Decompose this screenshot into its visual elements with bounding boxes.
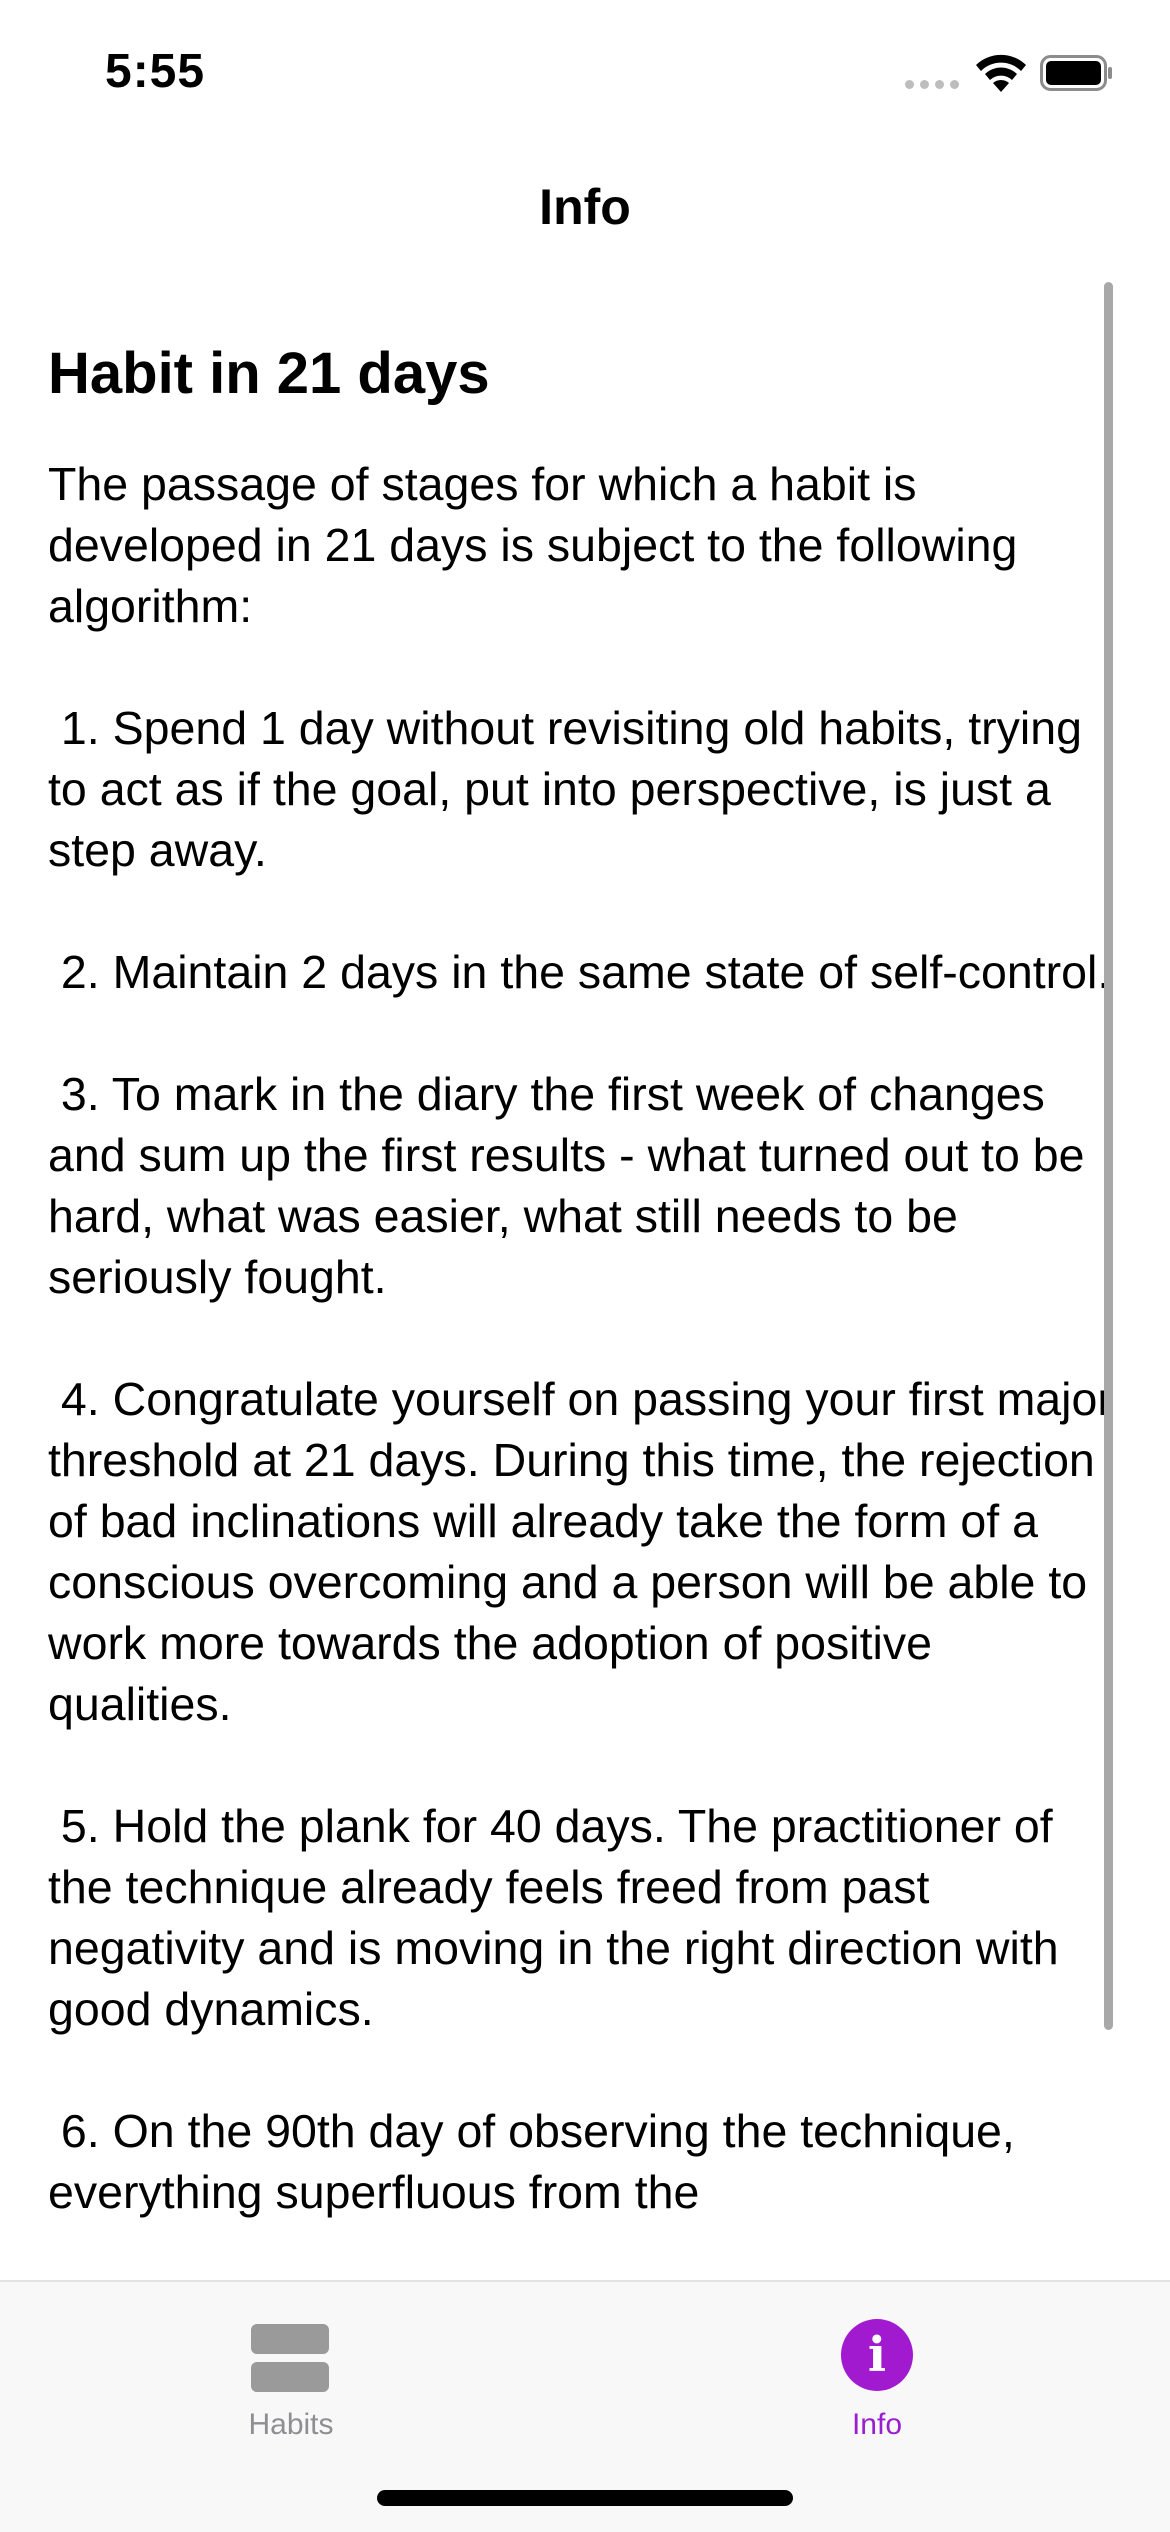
- tab-habits-label: Habits: [248, 2408, 334, 2441]
- habits-stack-icon: [251, 2324, 329, 2392]
- info-content-scroll[interactable]: Habit in 21 days The passage of stages f…: [48, 330, 1123, 2280]
- tab-habits[interactable]: Habits: [141, 2302, 441, 2442]
- battery-icon: [1040, 55, 1112, 91]
- info-circle-icon: i: [841, 2319, 913, 2391]
- cellular-signal-icon: [905, 80, 959, 89]
- wifi-icon: [976, 54, 1026, 92]
- article-heading: Habit in 21 days: [48, 341, 490, 406]
- tab-info[interactable]: i Info: [727, 2302, 1027, 2442]
- nav-title: Info: [539, 179, 631, 235]
- home-indicator[interactable]: [377, 2490, 793, 2506]
- scrollbar[interactable]: [1104, 282, 1113, 2030]
- article-body: The passage of stages for which a habit …: [48, 458, 1113, 2218]
- info-screen: 5:55 Info Habit in 21 days The passage o…: [0, 0, 1170, 2532]
- tab-info-label: Info: [851, 2408, 903, 2441]
- status-bar: 5:55: [0, 0, 1170, 150]
- status-time: 5:55: [105, 45, 206, 98]
